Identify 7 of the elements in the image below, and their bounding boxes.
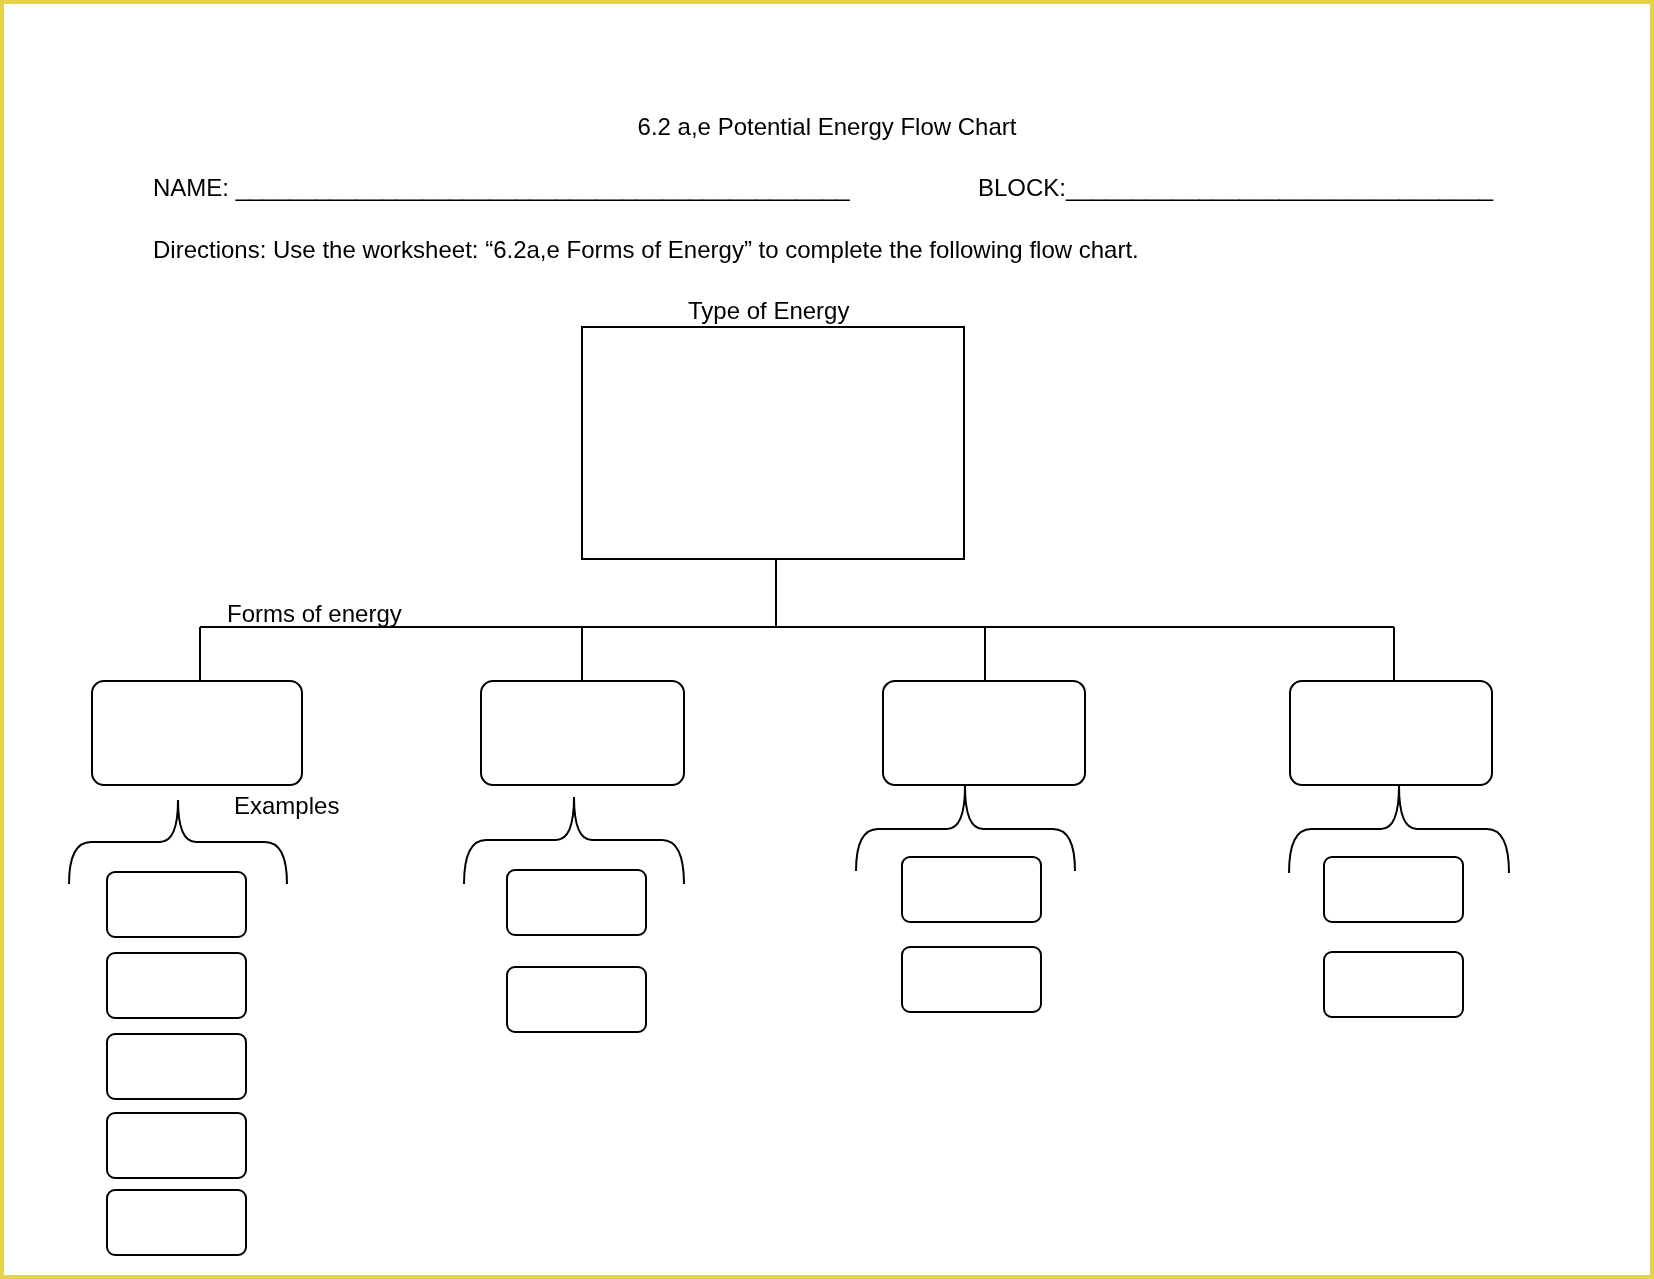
diagram-label: Type of Energy (688, 296, 850, 326)
diagram-label: Examples (234, 791, 340, 821)
diagram-label: Forms of energy (227, 599, 402, 629)
block-line: BLOCK:________________________________ (978, 173, 1494, 203)
worksheet-title: 6.2 a,e Potential Energy Flow Chart (637, 112, 1017, 142)
directions-text: Directions: Use the worksheet: “6.2a,e Forms of Energy” to complete the following flow chart. (153, 236, 1139, 263)
name-line: NAME: ______________________________________________ (153, 173, 851, 203)
